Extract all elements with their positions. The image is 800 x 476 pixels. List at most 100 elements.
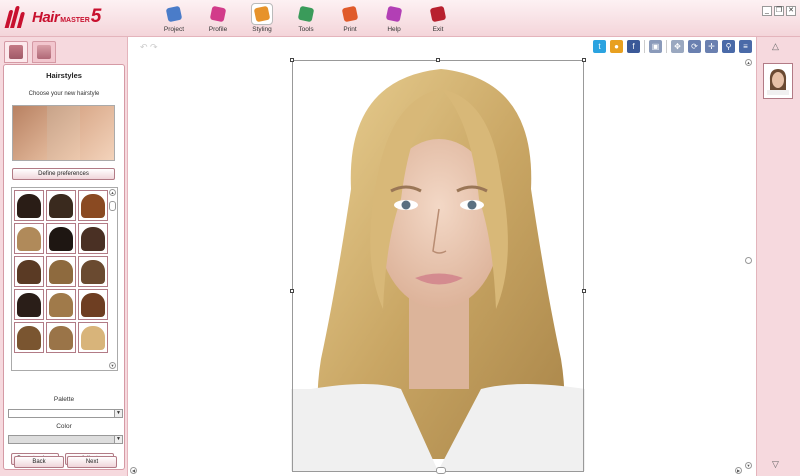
next-button[interactable]: Next bbox=[67, 456, 117, 468]
menu-label: Help bbox=[387, 26, 401, 33]
scroll-right-icon[interactable]: ▶ bbox=[735, 467, 742, 474]
menu-profile[interactable]: Profile bbox=[196, 2, 240, 35]
canvas-toolbar: t ● f ▣ ✥ ⟳ ✛ ⚲ ≡ bbox=[593, 40, 752, 53]
hairstyle-thumbnail[interactable] bbox=[46, 223, 76, 254]
scroll-up-icon[interactable]: ▲ bbox=[745, 59, 752, 66]
hairstyle-thumbnail[interactable] bbox=[46, 256, 76, 287]
help-icon bbox=[384, 4, 404, 24]
zoom-icon[interactable]: ⚲ bbox=[722, 40, 735, 53]
model-thumbnail[interactable] bbox=[763, 63, 793, 99]
scroll-thumb[interactable] bbox=[745, 257, 752, 264]
scroll-down-icon[interactable]: ▽ bbox=[772, 459, 779, 470]
toolbar-separator bbox=[666, 40, 667, 53]
hairstyle-preview-image bbox=[12, 105, 115, 161]
hairstyle-thumbnail[interactable] bbox=[78, 223, 108, 254]
menu-label: Profile bbox=[208, 26, 228, 33]
hairstyle-thumbnail[interactable] bbox=[78, 256, 108, 287]
minimize-button[interactable]: _ bbox=[762, 6, 772, 16]
hairstyle-swatch bbox=[49, 194, 73, 218]
resize-handle[interactable] bbox=[290, 58, 294, 62]
scroll-up-icon[interactable]: ▲ bbox=[109, 189, 116, 196]
menu-label: Styling bbox=[252, 26, 272, 33]
scroll-down-icon[interactable]: ▼ bbox=[109, 362, 116, 369]
logo-text: Hair bbox=[32, 8, 60, 26]
hairstyle-thumbnail[interactable] bbox=[46, 322, 76, 353]
color-label: Color bbox=[56, 423, 72, 430]
hairstyle-swatch bbox=[17, 293, 41, 317]
canvas-horizontal-scrollbar[interactable]: ◀ ▶ bbox=[130, 467, 752, 474]
hairstyle-swatch bbox=[17, 326, 41, 350]
hairstyle-thumbnail[interactable] bbox=[14, 289, 44, 320]
back-button[interactable]: Back bbox=[14, 456, 64, 468]
hairstyle-swatch bbox=[81, 326, 105, 350]
app-logo: Hair MASTER 5 bbox=[4, 4, 101, 30]
photo-canvas[interactable]: ↶ ↷ t ● f ▣ ✥ ⟳ ✛ ⚲ ≡ ▲ ▼ ◀ ▶ bbox=[128, 37, 756, 476]
restore-button[interactable]: ❐ bbox=[774, 6, 784, 16]
close-button[interactable]: ✕ bbox=[786, 6, 796, 16]
resize-handle[interactable] bbox=[582, 58, 586, 62]
hairstyle-swatch bbox=[49, 326, 73, 350]
hairstyle-swatch bbox=[17, 227, 41, 251]
move-icon[interactable]: ✥ bbox=[671, 40, 684, 53]
compare-icon[interactable]: ▣ bbox=[649, 40, 662, 53]
chevron-down-icon: ▼ bbox=[114, 436, 122, 443]
selection-frame[interactable] bbox=[290, 58, 586, 472]
toolbar-separator bbox=[644, 40, 645, 53]
canvas-vertical-scrollbar[interactable]: ▲ ▼ bbox=[745, 59, 752, 469]
exit-icon bbox=[428, 4, 448, 24]
panel-subtitle: Choose your new hairstyle bbox=[28, 91, 100, 97]
hairstyle-thumbnail[interactable] bbox=[46, 190, 76, 221]
tab-accessories[interactable] bbox=[32, 41, 56, 63]
hairstyle-swatch bbox=[81, 227, 105, 251]
facebook-icon[interactable]: f bbox=[627, 40, 640, 53]
color-select[interactable]: ▼ bbox=[8, 435, 123, 444]
tools-icon bbox=[296, 4, 316, 24]
hairstyle-thumbnail[interactable] bbox=[78, 322, 108, 353]
menu-tools[interactable]: Tools bbox=[284, 2, 328, 35]
menu-help[interactable]: Help bbox=[372, 2, 416, 35]
twitter-icon[interactable]: t bbox=[593, 40, 606, 53]
hairstyles-panel: Hairstyles Choose your new hairstyle Def… bbox=[3, 64, 125, 470]
palette-label: Palette bbox=[53, 396, 75, 403]
hairstyles-tab-icon bbox=[9, 45, 23, 59]
resize-handle[interactable] bbox=[290, 289, 294, 293]
scroll-thumb[interactable] bbox=[436, 467, 446, 474]
scroll-left-icon[interactable]: ◀ bbox=[130, 467, 137, 474]
colorwheel-icon[interactable]: ● bbox=[610, 40, 623, 53]
right-panel: △ ▽ bbox=[756, 37, 800, 476]
menu-styling[interactable]: Styling bbox=[240, 2, 284, 35]
hairstyle-thumbnail[interactable] bbox=[14, 256, 44, 287]
tab-hairstyles[interactable] bbox=[4, 41, 28, 63]
hairstyle-list-scrollbar[interactable]: ▲ ▼ bbox=[109, 189, 116, 369]
scroll-up-icon[interactable]: △ bbox=[772, 41, 779, 52]
hairstyle-thumbnail[interactable] bbox=[14, 223, 44, 254]
undo-redo-icon[interactable]: ↶ ↷ bbox=[140, 42, 158, 53]
define-preferences-button[interactable]: Define preferences bbox=[12, 168, 115, 180]
menu-label: Exit bbox=[432, 26, 444, 33]
project-icon bbox=[164, 4, 184, 24]
resize-handle[interactable] bbox=[582, 289, 586, 293]
hairstyle-swatch bbox=[81, 194, 105, 218]
crosshair-icon[interactable]: ✛ bbox=[705, 40, 718, 53]
hairstyle-thumbnail[interactable] bbox=[78, 190, 108, 221]
menu-label: Tools bbox=[298, 26, 314, 33]
top-bar: Hair MASTER 5 Project Profile Styling Tools… bbox=[0, 0, 800, 37]
hairstyle-thumbnail[interactable] bbox=[14, 322, 44, 353]
menu-print[interactable]: Print bbox=[328, 2, 372, 35]
panel-tabs bbox=[4, 41, 56, 63]
scroll-thumb[interactable] bbox=[109, 201, 116, 211]
hairstyle-thumbnail[interactable] bbox=[78, 289, 108, 320]
main-menu: Project Profile Styling Tools Print Help Exit bbox=[152, 2, 460, 35]
hairstyle-thumbnail[interactable] bbox=[46, 289, 76, 320]
window-controls: _ ❐ ✕ bbox=[762, 6, 796, 16]
menu-exit[interactable]: Exit bbox=[416, 2, 460, 35]
list-icon[interactable]: ≡ bbox=[739, 40, 752, 53]
rotate-icon[interactable]: ⟳ bbox=[688, 40, 701, 53]
menu-project[interactable]: Project bbox=[152, 2, 196, 35]
resize-handle[interactable] bbox=[436, 58, 440, 62]
palette-select[interactable]: ▼ bbox=[8, 409, 123, 418]
hairstyle-thumbnail[interactable] bbox=[14, 190, 44, 221]
hairstyle-list: ▲ ▼ bbox=[11, 187, 118, 371]
hairstyle-swatch bbox=[49, 260, 73, 284]
hairstyle-swatch bbox=[17, 194, 41, 218]
